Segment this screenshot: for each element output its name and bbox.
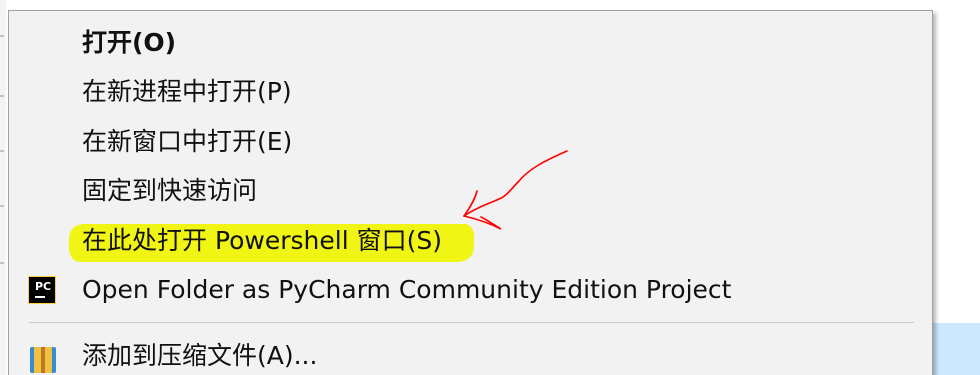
menu-item-add-to-archive[interactable]: 添加到压缩文件(A)... bbox=[9, 331, 932, 375]
context-menu: 打开(O) 在新进程中打开(P) 在新窗口中打开(E) 固定到快速访问 在此处打… bbox=[8, 10, 933, 375]
menu-separator bbox=[29, 322, 914, 323]
menu-item-label: 在新进程中打开(P) bbox=[82, 77, 292, 106]
pycharm-icon: PC bbox=[28, 276, 56, 304]
pycharm-icon-text: PC bbox=[35, 280, 52, 293]
menu-item-label: 固定到快速访问 bbox=[82, 176, 258, 205]
menu-item-open-pycharm[interactable]: PC Open Folder as PyCharm Community Edit… bbox=[9, 265, 932, 315]
menu-item-open-new-process[interactable]: 在新进程中打开(P) bbox=[9, 67, 932, 117]
menu-item-label: 在此处打开 Powershell 窗口(S) bbox=[82, 226, 442, 255]
winrar-archive-icon bbox=[29, 343, 56, 373]
menu-item-label: 添加到压缩文件(A)... bbox=[82, 341, 318, 370]
menu-item-label: 打开(O) bbox=[82, 28, 177, 57]
menu-item-label: 在新窗口中打开(E) bbox=[82, 127, 293, 156]
background-window-edge bbox=[0, 0, 6, 375]
menu-item-open[interactable]: 打开(O) bbox=[9, 18, 932, 68]
menu-item-label: Open Folder as PyCharm Community Edition… bbox=[82, 275, 732, 304]
red-arrow-annotation bbox=[463, 150, 568, 230]
desktop-stage: 打开(O) 在新进程中打开(P) 在新窗口中打开(E) 固定到快速访问 在此处打… bbox=[0, 0, 980, 375]
background-selected-item bbox=[930, 323, 980, 375]
